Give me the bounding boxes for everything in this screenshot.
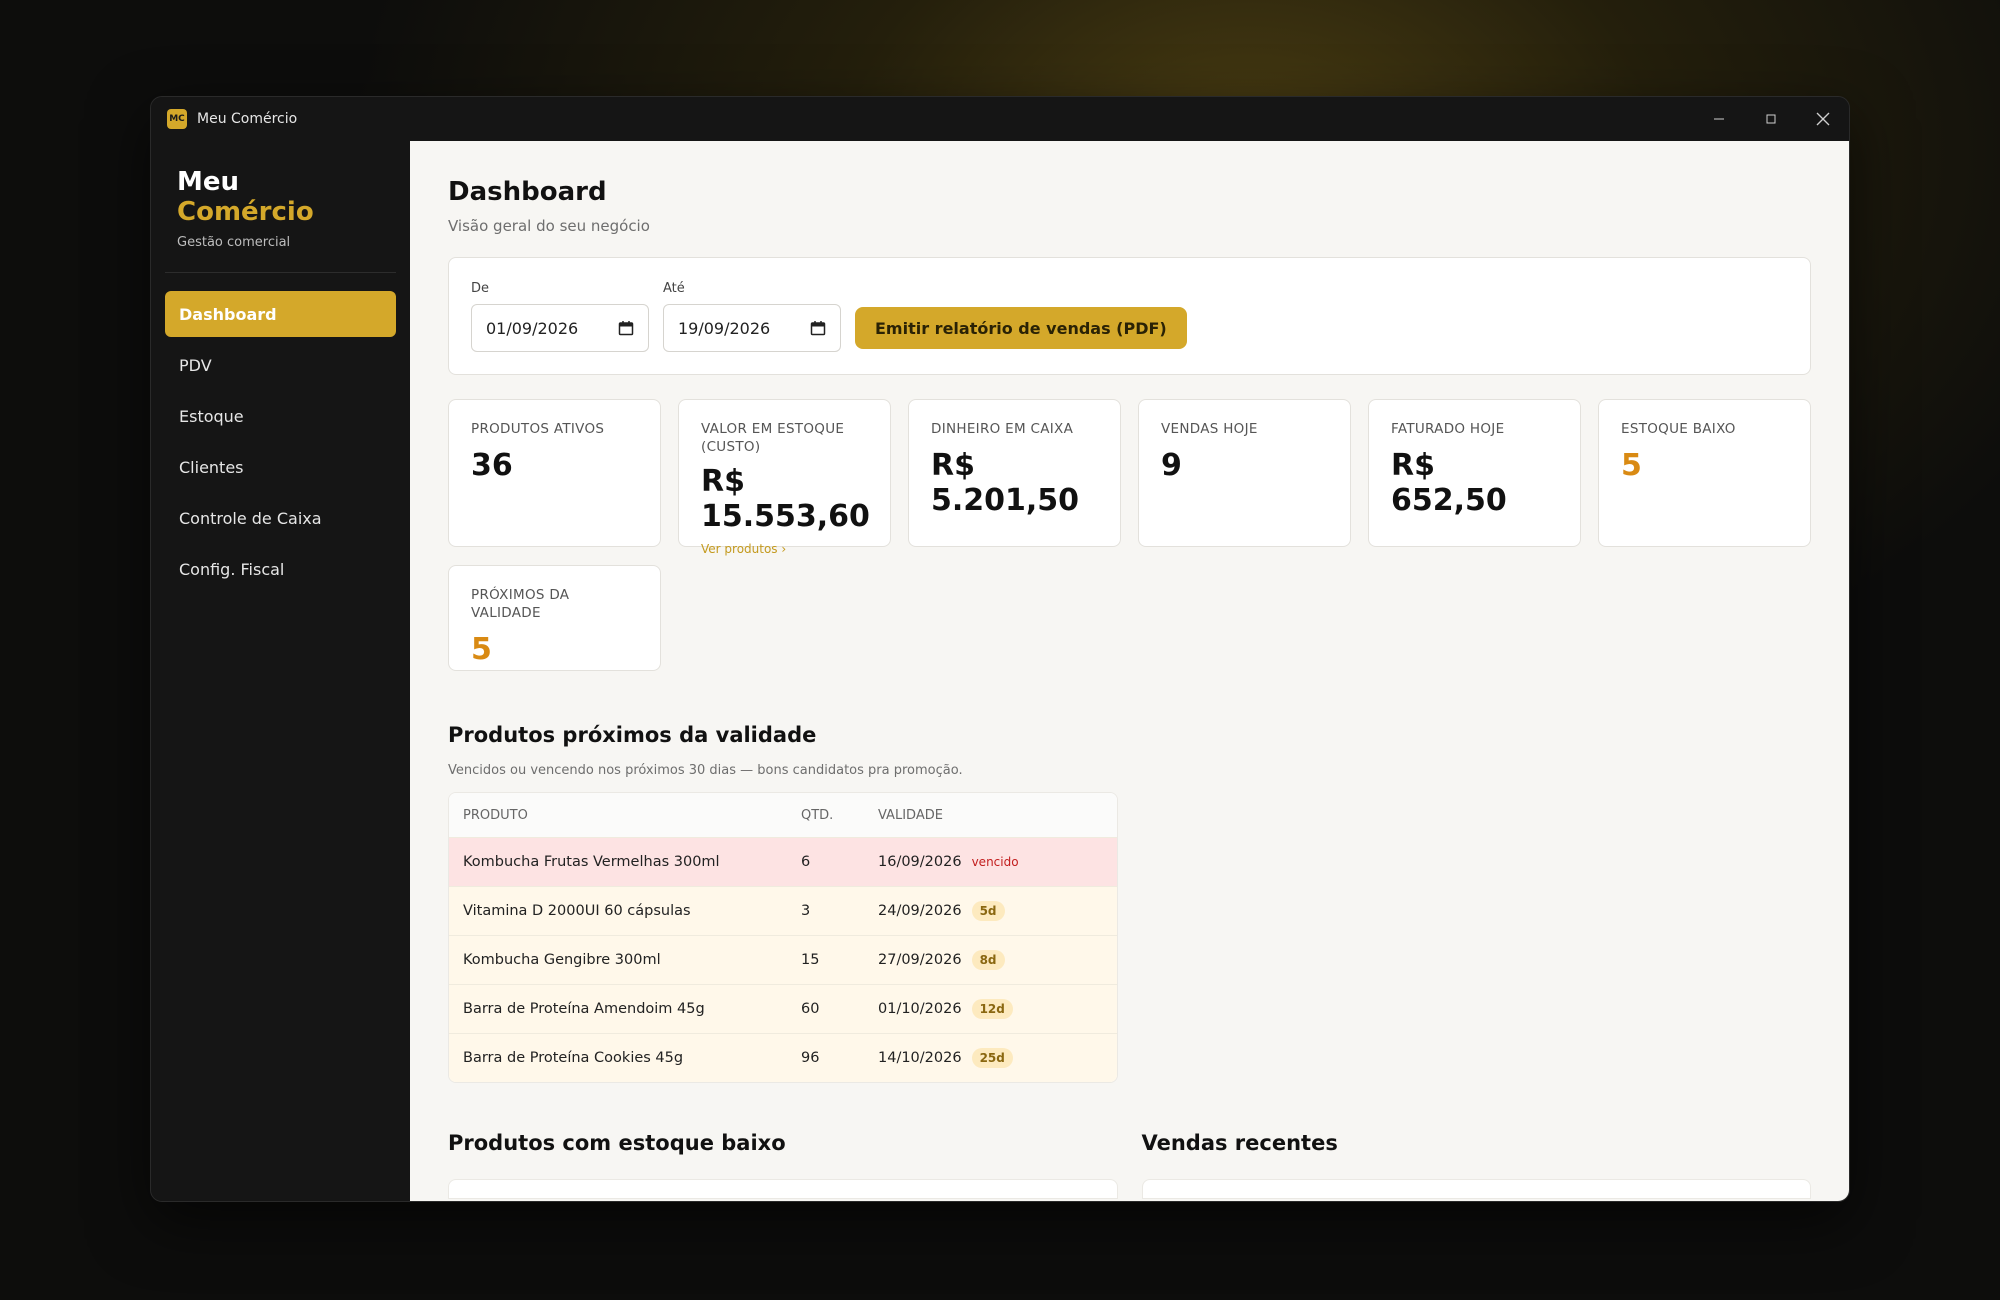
main-content: Dashboard Visão geral do seu negócio De … [410,141,1849,1201]
expiry-date: 27/09/2026 [878,952,962,968]
kpi-value: 9 [1161,448,1182,483]
app-window: MC Meu Comércio Meu Comércio Gestão come… [150,96,1850,1202]
product-qty: 6 [801,854,811,870]
product-name: Kombucha Frutas Vermelhas 300ml [463,854,720,870]
kpi-value: R$ 15.553,60 [701,464,870,534]
kpi-label: PRÓXIMOS DA VALIDADE [471,587,570,621]
brand-subtitle: Gestão comercial [177,235,291,250]
days-left-badge: 25d [971,1048,1013,1068]
from-date-label: De [471,281,490,296]
product-qty: 3 [801,903,811,919]
table-row[interactable]: Vitamina D 2000UI 60 cápsulas 3 24/09/20… [449,886,1117,935]
kpi-label: VALOR EM ESTOQUE (CUSTO) [701,421,845,455]
brand-main: Meu [177,167,240,197]
brand: Meu Comércio Gestão comercial [165,167,396,273]
kpi-label: DINHEIRO EM CAIXA [931,421,1074,437]
expiry-date: 14/10/2026 [878,1050,962,1066]
product-qty: 15 [801,952,820,968]
kpi-value: R$ 652,50 [1391,448,1507,518]
calendar-icon[interactable] [618,320,634,336]
kpi-label: VENDAS HOJE [1161,421,1258,437]
page-title: Dashboard [448,177,607,207]
expiry-section-title: Produtos próximos da validade [448,723,817,747]
product-name: Barra de Proteína Cookies 45g [463,1050,684,1066]
app-logo-icon: MC [167,109,187,129]
product-qty: 60 [801,1001,820,1017]
to-date-label: Até [663,281,685,296]
column-header-expiry: VALIDADE [878,807,943,823]
sidebar: Meu Comércio Gestão comercial Dashboard … [151,141,410,1201]
calendar-icon[interactable] [810,320,826,336]
kpi-label: PRODUTOS ATIVOS [471,421,605,437]
kpi-value: 5 [1621,448,1642,483]
sidebar-item-config-fiscal[interactable]: Config. Fiscal [165,546,396,592]
product-name: Vitamina D 2000UI 60 cápsulas [463,903,691,919]
days-left-badge: 8d [971,950,1005,970]
close-icon [1816,112,1830,126]
kpi-card-sales-today: VENDAS HOJE 9 [1138,399,1351,547]
column-header-product: PRODUTO [463,807,528,823]
product-qty: 96 [801,1050,820,1066]
maximize-icon [1766,114,1776,124]
recent-sales-title: Vendas recentes [1141,1131,1338,1155]
days-left-badge: 5d [971,901,1005,921]
kpi-card-revenue-today: FATURADO HOJE R$ 652,50 [1368,399,1581,547]
days-left-badge: 12d [971,999,1013,1019]
kpi-label: ESTOQUE BAIXO [1621,421,1736,437]
low-stock-section: Produtos com estoque baixo [448,1131,1118,1199]
expiry-date: 16/09/2026 [878,854,962,870]
from-date-field: De 01/09/2026 [471,281,649,352]
product-name: Barra de Proteína Amendoim 45g [463,1001,705,1017]
minimize-button[interactable] [1693,97,1745,141]
recent-sales-table [1141,1179,1811,1199]
kpi-card-stock-value: VALOR EM ESTOQUE (CUSTO) R$ 15.553,60 Ve… [678,399,891,556]
recent-sales-section: Vendas recentes [1141,1131,1811,1199]
kpi-grid: PRODUTOS ATIVOS 36 VALOR EM ESTOQUE (CUS… [448,399,1811,671]
table-row[interactable]: Kombucha Frutas Vermelhas 300ml 6 16/09/… [449,837,1117,886]
table-row[interactable]: Kombucha Gengibre 300ml 15 27/09/2026 8d [449,935,1117,984]
expired-badge: vencido [971,855,1019,869]
title-bar: MC Meu Comércio [151,97,1849,141]
kpi-card-cash: DINHEIRO EM CAIXA R$ 5.201,50 [908,399,1121,547]
sidebar-item-clientes[interactable]: Clientes [165,444,396,490]
expiry-date: 01/10/2026 [878,1001,962,1017]
sidebar-item-dashboard[interactable]: Dashboard [165,291,396,337]
brand-title: Meu Comércio [177,167,384,227]
low-stock-table [448,1179,1118,1199]
kpi-value: 5 [471,632,492,667]
table-row[interactable]: Barra de Proteína Amendoim 45g 60 01/10/… [449,984,1117,1033]
sales-report-pdf-button[interactable]: Emitir relatório de vendas (PDF) [855,307,1187,349]
from-date-input[interactable]: 01/09/2026 [471,304,649,352]
bottom-sections: Produtos com estoque baixo Vendas recent… [448,1131,1811,1199]
kpi-value: R$ 5.201,50 [931,448,1080,518]
sidebar-item-controle-caixa[interactable]: Controle de Caixa [165,495,396,541]
kpi-card-active-products: PRODUTOS ATIVOS 36 [448,399,661,547]
table-row[interactable]: Barra de Proteína Cookies 45g 96 14/10/2… [449,1033,1117,1082]
product-name: Kombucha Gengibre 300ml [463,952,661,968]
window-title: Meu Comércio [197,111,298,127]
expiry-section-subtitle: Vencidos ou vencendo nos próximos 30 dia… [448,763,963,778]
kpi-card-low-stock: ESTOQUE BAIXO 5 [1598,399,1811,547]
kpi-value: 36 [471,448,513,483]
low-stock-title: Produtos com estoque baixo [448,1131,786,1155]
to-date-field: Até 19/09/2026 [663,281,841,352]
view-products-link[interactable]: Ver produtos › [701,542,868,556]
minimize-icon [1714,118,1724,120]
to-date-value: 19/09/2026 [678,318,771,338]
report-filter-card: De 01/09/2026 Até 19/09/2026 Emitir rela… [448,257,1811,375]
brand-accent: Comércio [177,197,314,227]
sidebar-item-pdv[interactable]: PDV [165,342,396,388]
table-header: PRODUTO QTD. VALIDADE [449,793,1117,837]
sidebar-item-estoque[interactable]: Estoque [165,393,396,439]
maximize-button[interactable] [1745,97,1797,141]
column-header-qty: QTD. [801,807,834,823]
from-date-value: 01/09/2026 [486,318,579,338]
close-button[interactable] [1797,97,1849,141]
kpi-card-expiring: PRÓXIMOS DA VALIDADE 5 [448,565,661,671]
expiry-date: 24/09/2026 [878,903,962,919]
expiry-table: PRODUTO QTD. VALIDADE Kombucha Frutas Ve… [448,792,1118,1083]
page-subtitle: Visão geral do seu negócio [448,217,650,235]
to-date-input[interactable]: 19/09/2026 [663,304,841,352]
kpi-label: FATURADO HOJE [1391,421,1505,437]
